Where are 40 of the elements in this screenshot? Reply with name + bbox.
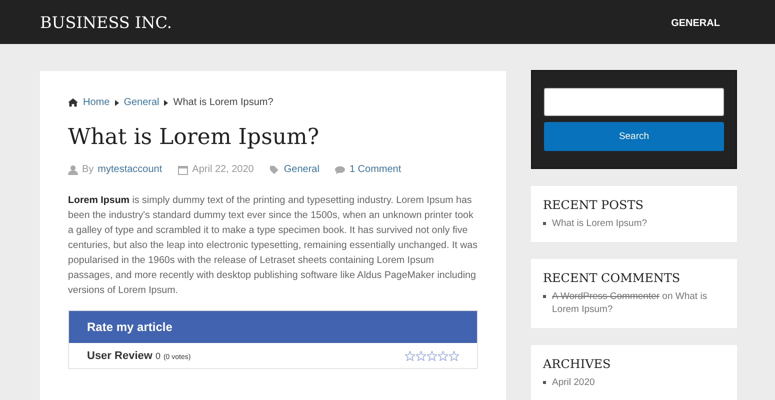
user-review-label: User Review xyxy=(87,350,152,362)
widget-title: ARCHIVES xyxy=(543,357,612,371)
search-field[interactable] xyxy=(544,88,724,116)
star-icon xyxy=(438,351,448,361)
archive-link[interactable]: April 2020 xyxy=(552,376,595,389)
widget-title: RECENT COMMENTS xyxy=(543,271,682,285)
post-title: What is Lorem Ipsum? xyxy=(68,125,320,150)
comment-icon xyxy=(335,164,346,174)
star-rating[interactable] xyxy=(405,351,459,361)
rating-header: Rate my article xyxy=(69,311,477,343)
star-icon xyxy=(427,351,437,361)
bullet-icon xyxy=(543,295,546,298)
star-icon xyxy=(416,351,426,361)
post-paragraph: Lorem Ipsum is simply dummy text of the printing and typesetting industry. Lorem Ipsum has been the industry's standard dummy text ever since the 1500s, when an unknown printer took a galley of type and scrambled it to make a type specimen book. It has survived not only five centuries, but also the leap into electronic typesetting, remaining essentially unchanged. It was popularised in the 1960s with the release of Letraset sheets containing Lorem Ipsum passages, and more recently with desktop publishing software like Aldus PageMaker including versions of Lorem Ipsum. xyxy=(68,194,478,298)
bullet-icon xyxy=(543,222,546,225)
author-link[interactable]: mytestaccount xyxy=(98,164,162,175)
nav-link[interactable]: GENERAL xyxy=(671,18,720,29)
breadcrumb-link[interactable]: General xyxy=(124,97,160,108)
category-link[interactable]: General xyxy=(284,164,320,175)
star-icon xyxy=(449,351,459,361)
breadcrumb-current: What is Lorem Ipsum? xyxy=(173,97,274,108)
user-icon xyxy=(68,164,78,174)
review-score: 0 xyxy=(155,351,160,361)
caret-icon xyxy=(114,100,119,106)
tags-icon xyxy=(270,164,280,174)
site-logo[interactable]: BUSINESS INC. xyxy=(40,12,172,32)
comments-link[interactable]: 1 Comment xyxy=(349,164,402,175)
search-button[interactable]: Search xyxy=(544,122,724,151)
caret-icon xyxy=(164,100,168,106)
recent-comment: A WordPress Commenter on What is Lorem Ipsum? xyxy=(552,290,708,316)
post-link[interactable]: What is Lorem Ipsum? xyxy=(552,217,648,230)
bullet-icon xyxy=(543,381,546,384)
star-icon xyxy=(405,351,415,361)
calendar-icon xyxy=(178,164,188,174)
widget-title: RECENT POSTS xyxy=(543,198,644,212)
byline-label: By xyxy=(82,164,94,175)
home-icon xyxy=(68,98,78,107)
comment-author-link[interactable]: A WordPress Commenter xyxy=(552,291,660,302)
post-date: April 22, 2020 xyxy=(192,164,254,175)
breadcrumb-link[interactable]: Home xyxy=(83,97,110,108)
